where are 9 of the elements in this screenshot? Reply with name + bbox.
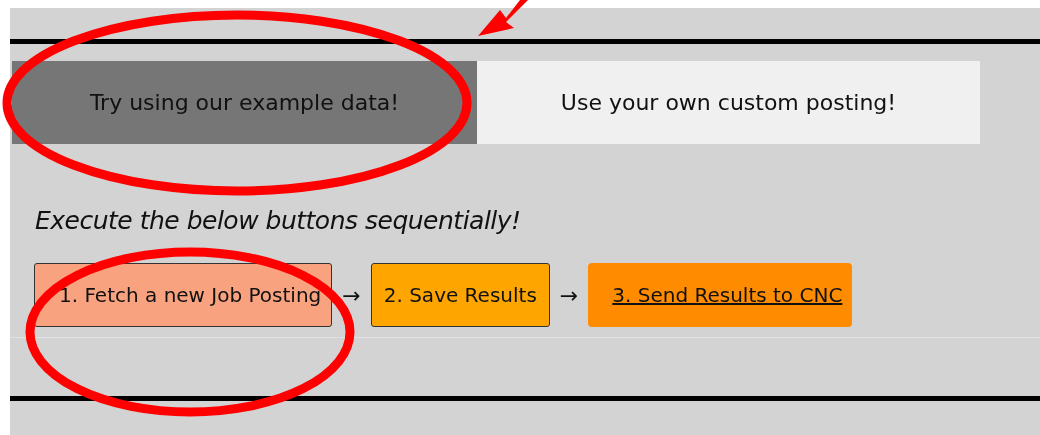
instruction-text: Execute the below buttons sequentially!	[35, 206, 522, 235]
tab[interactable]: Use your own custom posting!	[477, 61, 980, 144]
step-link-button[interactable]: 3. Send Results to CNC	[588, 263, 853, 327]
arrow-separator: →	[342, 282, 361, 308]
tab[interactable]: Try using our example data!	[12, 61, 477, 144]
step-button[interactable]: 1. Fetch a new Job Posting	[34, 263, 333, 327]
step-button[interactable]: 2. Save Results	[370, 263, 550, 327]
arrow-separator: →	[559, 282, 579, 308]
pointer-arrow	[478, 0, 528, 36]
